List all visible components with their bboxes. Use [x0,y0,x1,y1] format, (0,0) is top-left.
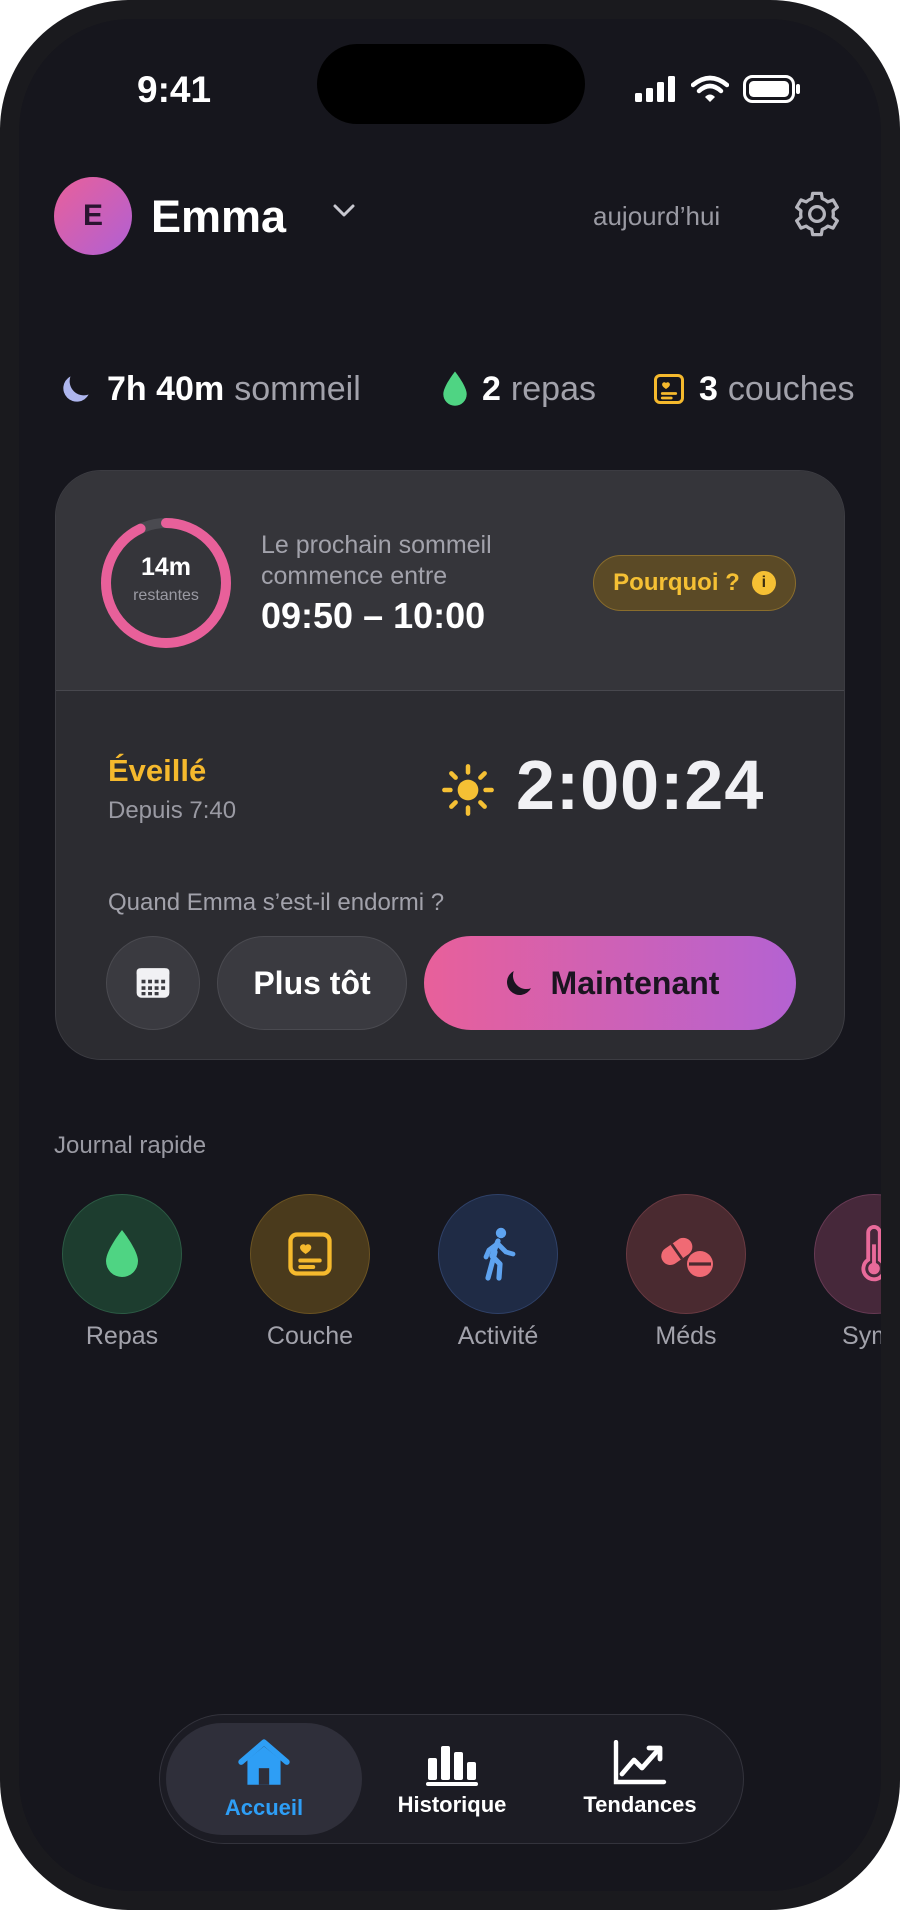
quick-log-symptoms[interactable]: Symp [794,1194,881,1351]
quick-log-diaper[interactable]: Couche [230,1194,390,1351]
remaining-value: 14m [140,553,192,581]
sun-icon [442,764,494,816]
summary-diapers-label: couches [727,369,855,408]
dynamic-island [317,44,585,124]
child-name[interactable]: Emma [151,191,286,243]
avatar[interactable]: E [54,177,132,255]
next-sleep-window: 09:50 – 10:00 [261,595,486,636]
chevron-down-icon[interactable] [332,203,356,219]
tab-trends[interactable]: Tendances [542,1723,738,1835]
tab-history[interactable]: Historique [354,1723,550,1835]
next-sleep-section: 14m restantes Le prochain sommeil commen… [56,471,844,691]
trend-icon [613,1740,667,1785]
app-screen: 9:41 E Emma aujourd’hui 7h 40m sommeil 2… [19,19,881,1891]
tab-history-label: Historique [397,1792,507,1817]
next-sleep-line2: commence entre [261,562,448,590]
cellular-signal-icon [635,76,675,102]
quick-log-meds[interactable]: Méds [606,1194,766,1351]
quick-log-activity[interactable]: Activité [418,1194,578,1351]
now-label: Maintenant [550,964,720,1001]
ring-svg [101,518,231,648]
state-since: Depuis 7:40 [108,797,237,824]
tab-trends-label: Tendances [583,1792,697,1817]
status-time: 9:41 [137,69,212,110]
tab-home[interactable]: Accueil [166,1723,362,1835]
bar-chart-icon [426,1746,478,1786]
quick-log-diaper-label: Couche [266,1322,354,1350]
why-label: Pourquoi ? [613,569,740,596]
quick-log-symptoms-circle [814,1194,881,1314]
remaining-label: restantes [133,587,199,604]
battery-icon [743,75,800,103]
awake-timer: 2:00:24 [516,746,765,824]
sleep-question: Quand Emma s’est-il endormi ? [108,889,445,916]
quick-log-feed-circle [62,1194,182,1314]
quick-log-symptoms-label: Symp [842,1322,881,1350]
header: E Emma aujourd’hui [54,177,844,257]
gear-icon[interactable] [791,188,843,240]
home-icon [238,1739,290,1785]
earlier-button[interactable]: Plus tôt [217,936,407,1030]
summary-feeds: 2 repas [440,359,596,419]
summary-feeds-label: repas [510,369,596,408]
thermometer-icon [861,1225,881,1282]
phone-frame: 9:41 E Emma aujourd’hui 7h 40m sommeil 2… [0,0,900,1910]
info-icon: i [751,571,776,595]
quick-log-activity-label: Activité [457,1322,539,1350]
remaining-ring: 14m restantes [98,515,234,651]
quick-log-meds-circle [626,1194,746,1314]
daily-summary: 7h 40m sommeil 2 repas 3 couches [57,359,877,419]
drop-icon [443,371,467,406]
state-title: Éveillé [108,753,207,788]
summary-sleep-value: 7h 40m [107,369,225,408]
pills-icon [661,1237,713,1277]
why-button[interactable]: Pourquoi ? i [593,555,796,611]
summary-diapers-value: 3 [699,369,718,408]
quick-log-title: Journal rapide [54,1132,207,1159]
summary-sleep-label: sommeil [234,369,361,408]
wifi-icon [691,75,729,102]
summary-diapers: 3 couches [651,359,855,419]
date-label[interactable]: aujourd’hui [593,201,720,232]
next-sleep-line1: Le prochain sommeil [261,531,492,559]
ring-progress-arc [101,518,231,648]
calendar-button[interactable] [106,936,200,1030]
drop-icon [106,1230,138,1277]
quick-log-feed[interactable]: Repas [42,1194,202,1351]
quick-log-meds-label: Méds [655,1322,717,1350]
tab-bar: Accueil Historique Tendances [159,1714,744,1844]
tab-home-label: Accueil [224,1795,304,1820]
diaper-icon [654,374,684,404]
status-icons [635,75,801,103]
moon-icon [506,971,531,995]
walk-icon [483,1227,516,1281]
summary-feeds-value: 2 [482,369,501,408]
quick-log-diaper-circle [250,1194,370,1314]
quick-log-feed-label: Repas [85,1322,159,1350]
quick-log-row: Repas Couche Activité Méds Sy [19,1194,881,1374]
summary-sleep: 7h 40m sommeil [57,359,361,419]
now-button[interactable]: Maintenant [424,936,796,1030]
calendar-icon [136,968,170,998]
quick-log-activity-circle [438,1194,558,1314]
sleep-card: 14m restantes Le prochain sommeil commen… [55,470,845,1060]
diaper-icon [288,1232,332,1276]
moon-icon [63,376,89,402]
